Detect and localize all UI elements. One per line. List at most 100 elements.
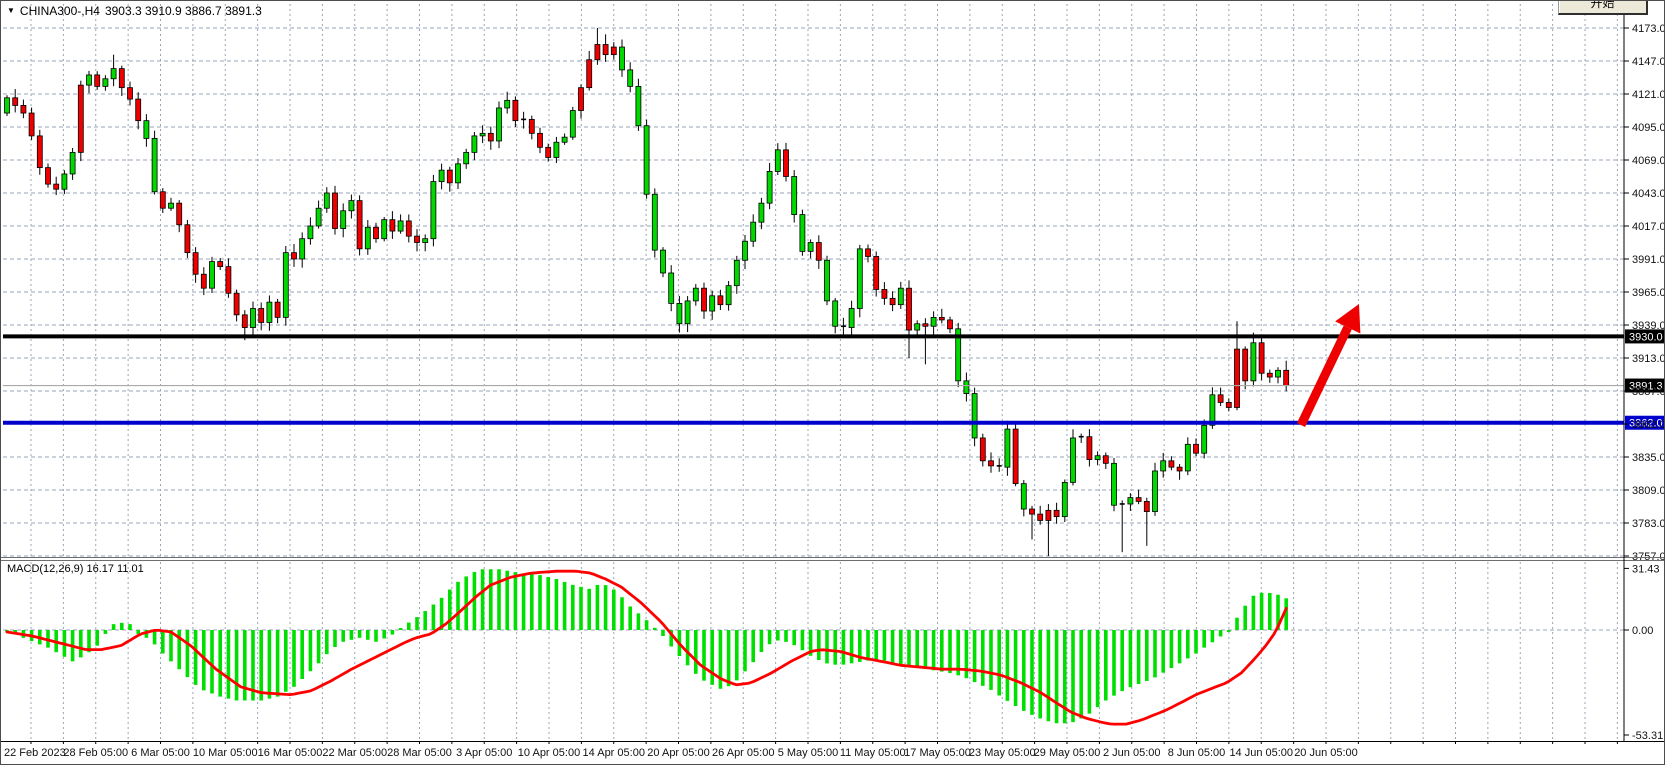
candle (849, 309, 854, 328)
candle (251, 309, 256, 328)
candle (193, 253, 198, 275)
candle (1226, 402, 1231, 407)
time-axis-label: 23 May 05:00 (969, 747, 1036, 759)
candle (800, 215, 805, 252)
price-axis-label: 4147.0 (1632, 56, 1665, 68)
candle (62, 174, 67, 189)
candle (292, 253, 297, 259)
candle (505, 100, 510, 108)
candle (546, 147, 551, 157)
candle (1210, 395, 1215, 425)
candle (644, 126, 649, 195)
candle (636, 86, 641, 125)
candle (431, 182, 436, 239)
candle (218, 262, 223, 267)
macd-axis-label: 0.00 (1632, 625, 1653, 637)
candle (1046, 510, 1051, 520)
candle (21, 105, 26, 113)
candle (1112, 463, 1117, 505)
candle (341, 211, 346, 229)
candle (87, 75, 92, 85)
candle (415, 236, 420, 242)
candle (759, 203, 764, 222)
candle (603, 45, 608, 55)
candle (874, 256, 879, 289)
candle (472, 136, 477, 153)
candle (652, 194, 657, 250)
candle (242, 315, 247, 328)
candle (611, 47, 616, 55)
candle (1276, 370, 1281, 377)
candle (1103, 456, 1108, 464)
candle (54, 184, 59, 189)
candle (423, 239, 428, 243)
candle (570, 111, 575, 138)
candle (1095, 456, 1100, 460)
time-axis-label: 8 Jun 05:00 (1168, 747, 1226, 759)
candle (283, 253, 288, 318)
price-axis-label: 3913.0 (1632, 353, 1665, 365)
chart-window: 3930.03891.33862.04173.04147.04121.04095… (0, 0, 1665, 765)
candle (767, 171, 772, 203)
candle (144, 121, 149, 139)
candle (923, 324, 928, 327)
price-axis-label: 3862.0 (1632, 419, 1665, 431)
price-axis-label: 3887.0 (1632, 386, 1665, 398)
candle (1251, 343, 1256, 381)
candle (1267, 373, 1272, 377)
time-axis-label: 10 Mar 05:00 (193, 747, 258, 759)
candle (111, 69, 116, 79)
candle (456, 164, 461, 183)
chart-area[interactable]: 3930.03891.33862.04173.04147.04121.04095… (1, 1, 1665, 765)
candle (275, 302, 280, 317)
candle (1128, 498, 1133, 504)
candle (1054, 510, 1059, 516)
candle (677, 303, 682, 323)
candle (890, 298, 895, 304)
price-axis-label: 4173.0 (1632, 23, 1665, 35)
time-axis-label: 22 Mar 05:00 (322, 747, 387, 759)
candle (1021, 484, 1026, 509)
candle (931, 317, 936, 326)
candle (1185, 444, 1190, 471)
candle (866, 249, 871, 257)
candle (169, 203, 174, 208)
candle (70, 152, 75, 174)
candle (529, 119, 534, 133)
candle (587, 60, 592, 88)
candle (513, 100, 518, 120)
svg-text:3930.0: 3930.0 (1629, 331, 1663, 343)
ohlc-values-label: 3903.3 3910.9 3886.7 3891.3 (105, 4, 262, 18)
candle (595, 45, 600, 60)
candle (349, 201, 354, 211)
candle (119, 69, 124, 88)
chevron-down-icon[interactable]: ▼ (7, 6, 15, 16)
price-axis-label: 4017.0 (1632, 221, 1665, 233)
candle (562, 137, 567, 142)
candle (333, 193, 338, 229)
candle (948, 320, 953, 329)
start-button[interactable]: 开始 (1558, 0, 1648, 15)
candle (1136, 498, 1141, 502)
candle (201, 274, 206, 288)
price-axis-label: 3783.0 (1632, 518, 1665, 530)
candle (1259, 343, 1264, 373)
price-axis-label: 4121.0 (1632, 89, 1665, 101)
candle (1071, 438, 1076, 482)
candle (743, 241, 748, 260)
candle (464, 152, 469, 163)
time-axis-label: 5 May 05:00 (778, 747, 839, 759)
candle (825, 260, 830, 301)
candle (357, 201, 362, 249)
candle (882, 289, 887, 298)
candle (103, 79, 108, 87)
candle (324, 193, 329, 208)
candle (46, 168, 51, 185)
candle (1062, 482, 1067, 516)
price-axis-label: 3939.0 (1632, 320, 1665, 332)
time-axis-label: 29 May 05:00 (1034, 747, 1101, 759)
chart-title: ▼ CHINA300-,H4 3903.3 3910.9 3886.7 3891… (7, 4, 262, 18)
macd-axis-label: 31.43 (1632, 563, 1660, 575)
candle (398, 221, 403, 231)
candle (1030, 509, 1035, 514)
